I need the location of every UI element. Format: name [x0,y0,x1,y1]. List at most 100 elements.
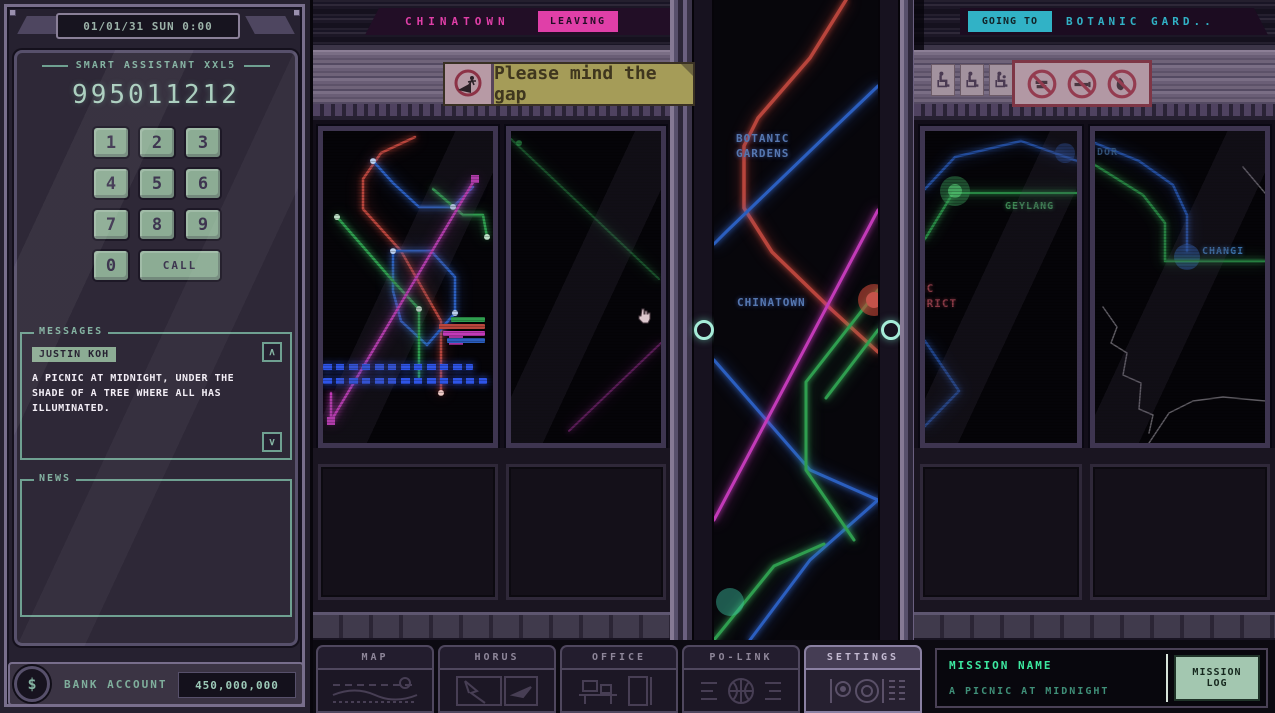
datetime-display: 01/01/31 SUN 0:00 [56,13,240,39]
chevron-up-icon: ∧ [268,347,275,358]
game-screen: 01/01/31 SUN 0:00 SMART ASSISTANT XXL5 9… [0,0,1275,713]
mission-panel: MISSION NAME A PICNIC AT MIDNIGHT MISSIO… [935,648,1268,708]
dollar-symbol: $ [27,675,36,693]
station-sign-current: CHINATOWN LEAVING [365,8,687,35]
tab-office-label: OFFICE [560,645,678,668]
glow-text-row [323,378,487,384]
tab-settings[interactable]: SETTINGS [804,645,922,713]
destination-text: BOTANIC GARD.. [1066,15,1215,28]
messages-panel: MESSAGES JUSTIN KOH A PICNIC AT MIDNIGHT… [20,332,292,460]
news-panel: NEWS [20,479,292,617]
news-panel-label: NEWS [34,473,76,484]
no-flammables-icon [1106,68,1138,100]
tab-map-label: MAP [316,645,434,668]
tab-map[interactable]: MAP [316,645,434,713]
mission-log-button[interactable]: MISSION LOG [1174,655,1260,701]
wall-panel [1090,464,1270,600]
dialed-number-display: 995011212 [14,80,298,110]
chevron-down-icon: ∨ [268,437,275,448]
tab-office[interactable]: OFFICE [560,645,678,713]
messages-panel-label: MESSAGES [34,326,108,337]
tab-po-link[interactable]: PO-LINK [682,645,800,713]
phone-keypad: 1 2 3 4 5 6 7 8 9 0 CALL [92,126,222,282]
keypad-1[interactable]: 1 [92,126,130,159]
keypad-8[interactable]: 8 [138,208,176,241]
label-district-partial: IC TRICT [920,281,957,311]
lower-wall-right [914,448,1275,612]
glow-text-row [323,364,473,370]
keypad-3[interactable]: 3 [184,126,222,159]
label-partial-top: DOR [1097,147,1118,158]
message-body: A PICNIC AT MIDNIGHT, UNDER THE SHADE OF… [32,371,244,416]
tab-po-link-label: PO-LINK [682,645,800,668]
door-button-icon [881,320,901,340]
window-geylang: GEYLANG IC TRICT [920,126,1082,448]
door-button-icon [694,320,714,340]
screw-icon [10,10,16,16]
bank-account-label: BANK ACCOUNT [64,678,167,691]
no-smoking-icon [1066,68,1098,100]
map-legend [439,317,485,343]
door-edge-right [878,0,900,640]
mural-label-botanic: BOTANIC [736,132,789,145]
mission-heading: MISSION NAME [949,659,1052,672]
lower-wall-left [313,448,670,612]
screw-icon [294,10,300,16]
po-link-icon [682,668,800,713]
keypad-6[interactable]: 6 [184,167,222,200]
currency-coin-icon: $ [14,666,50,702]
keypad-4[interactable]: 4 [92,167,130,200]
mural-label-gardens: GARDENS [736,147,789,160]
settings-icon [804,668,922,713]
gap-warning-text: Please mind the gap [494,64,693,104]
horus-icon [438,668,556,713]
mind-the-gap-sign: Please mind the gap [443,62,695,106]
keypad-9[interactable]: 9 [184,208,222,241]
mural-metro-lines [714,0,878,640]
tab-horus[interactable]: HORUS [438,645,556,713]
window-dark [506,126,666,448]
metro-map-lines [323,131,493,443]
door-leaf-right [900,0,914,640]
changi-neon-lines [1095,131,1265,443]
prohibition-signs-panel [1012,60,1152,107]
keypad-0[interactable]: 0 [92,249,130,282]
map-legend-row [451,317,485,322]
door-edge-left [692,0,714,640]
wall-panel [318,464,498,600]
wall-panel [920,464,1082,600]
partial-text-line: TRICT [920,296,957,311]
keypad-5[interactable]: 5 [138,167,176,200]
girder-left [313,612,670,642]
keypad-7[interactable]: 7 [92,208,130,241]
map-legend-row [447,338,485,343]
label-changi: CHANGI [1202,246,1244,257]
current-station-text: CHINATOWN [405,15,510,28]
mission-divider [1166,654,1168,702]
tab-horus-label: HORUS [438,645,556,668]
device-title: SMART ASSISTANT XXL5 [14,60,298,71]
tab-settings-label: SETTINGS [804,645,922,668]
message-sender-item[interactable]: JUSTIN KOH [32,347,116,362]
scroll-up-button[interactable]: ∧ [262,342,282,362]
going-to-badge: GOING TO [968,11,1052,32]
map-legend-row [439,324,485,329]
bottom-hud: MAP HORUS OFFICE [313,640,1275,713]
scroll-down-button[interactable]: ∨ [262,432,282,452]
partial-text-line: IC [920,281,957,296]
priority-seat-signs [931,64,1013,96]
hand-cursor-pointer [637,308,652,329]
office-icon [560,668,678,713]
wall-panel [506,464,666,600]
map-legend-row [443,331,485,336]
bank-balance-value: 450,000,000 [178,672,296,698]
priority-seat-icon [960,64,984,96]
faint-neon-lines [511,131,661,443]
map-icon [316,668,434,713]
call-button[interactable]: CALL [138,249,222,282]
gap-warning-icon [445,64,494,104]
keypad-2[interactable]: 2 [138,126,176,159]
label-geylang: GEYLANG [1005,201,1054,212]
platform-mural-view: BOTANIC GARDENS CHINATOWN [714,0,878,640]
mural-label-chinatown: CHINATOWN [737,296,806,309]
